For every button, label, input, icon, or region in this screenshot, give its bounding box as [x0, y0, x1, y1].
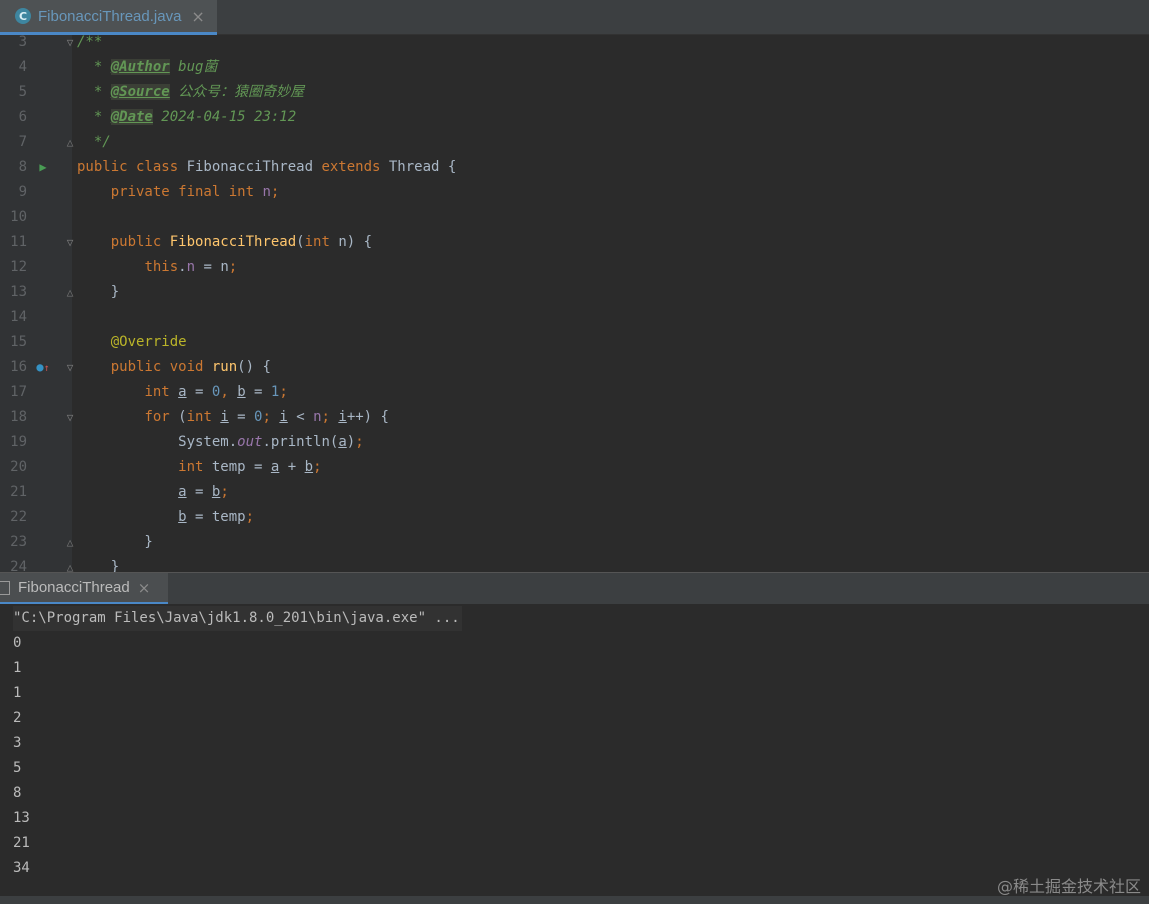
- code-line[interactable]: 5 * @Source 公众号：猿圈奇妙屋: [0, 80, 1149, 105]
- java-class-icon: C: [15, 8, 31, 24]
- code-line[interactable]: 15 @Override: [0, 330, 1149, 355]
- watermark: @稀土掘金技术社区: [996, 877, 1141, 896]
- console-output-line: 0: [13, 635, 22, 651]
- code-editor[interactable]: 3 ▽/** 4 * @Author bug菌 5 * @Source 公众号：猿圈奇…: [0, 35, 1149, 572]
- code-text: */: [77, 134, 111, 150]
- console-output-line: 21: [13, 835, 30, 851]
- code-line[interactable]: 17 int a = 0, b = 1;: [0, 380, 1149, 405]
- console-output-line: 1: [13, 685, 22, 701]
- code-text: * @Author bug菌: [77, 59, 218, 75]
- editor-tab-bar: C FibonacciThread.java ×: [0, 0, 1149, 35]
- override-icon[interactable]: ●↑: [36, 355, 50, 381]
- line-number: 4: [18, 59, 27, 75]
- fold-icon[interactable]: ▽: [64, 355, 76, 380]
- code-text: }: [77, 534, 153, 550]
- line-number: 9: [18, 184, 27, 200]
- console-output-line: 3: [13, 735, 22, 751]
- console-output-line: 34: [13, 860, 30, 876]
- code-line[interactable]: 14: [0, 305, 1149, 330]
- fold-icon[interactable]: △: [64, 280, 76, 305]
- line-number: 5: [18, 84, 27, 100]
- line-number: 16: [10, 359, 27, 375]
- code-line[interactable]: 19 System.out.println(a);: [0, 430, 1149, 455]
- fold-icon[interactable]: ▽: [64, 35, 76, 55]
- code-text: this.n = n;: [144, 259, 238, 275]
- line-number: 15: [10, 334, 27, 350]
- code-line[interactable]: 8 ▶ public class FibonacciThread extends T…: [0, 155, 1149, 180]
- line-number: 12: [10, 259, 27, 275]
- line-number: 18: [10, 409, 27, 425]
- close-icon[interactable]: ×: [191, 7, 204, 26]
- line-number: 20: [10, 459, 27, 475]
- bottom-strip: [0, 896, 1149, 904]
- fold-icon[interactable]: △: [64, 530, 76, 555]
- code-text: @Override: [110, 334, 187, 350]
- fold-icon[interactable]: ▽: [64, 405, 76, 430]
- line-number: 7: [18, 134, 27, 150]
- code-text: }: [77, 284, 120, 300]
- line-number: 6: [18, 109, 27, 125]
- code-line[interactable]: 22 b = temp;: [0, 505, 1149, 530]
- code-text: * @Date 2024-04-15 23:12: [77, 109, 297, 125]
- fold-icon[interactable]: △: [64, 555, 76, 572]
- code-line[interactable]: 24 △ }: [0, 555, 1149, 572]
- line-number: 23: [10, 534, 27, 550]
- line-number: 3: [18, 35, 27, 50]
- code-text: public FibonacciThread(int n) {: [110, 234, 373, 250]
- editor-tab-fibonaccithread[interactable]: C FibonacciThread.java ×: [0, 0, 217, 35]
- line-number: 8: [18, 159, 27, 175]
- line-number: 17: [10, 384, 27, 400]
- fold-icon[interactable]: △: [64, 130, 76, 155]
- code-text: for (int i = 0; i < n; i++) {: [144, 409, 389, 425]
- code-line[interactable]: 23 △ }: [0, 530, 1149, 555]
- run-panel-tab-bar: FibonacciThread ×: [0, 572, 1149, 605]
- code-text: System.out.println(a);: [77, 434, 364, 450]
- run-tab-fibonaccithread[interactable]: FibonacciThread ×: [0, 573, 168, 605]
- line-number: 21: [10, 484, 27, 500]
- code-line[interactable]: 11 ▽ public FibonacciThread(int n) {: [0, 230, 1149, 255]
- code-text: * @Source 公众号：猿圈奇妙屋: [77, 84, 305, 100]
- line-number: 11: [10, 234, 27, 250]
- code-text: }: [77, 559, 120, 572]
- code-text: private final int n;: [110, 184, 280, 200]
- code-line[interactable]: 6 * @Date 2024-04-15 23:12: [0, 105, 1149, 130]
- fold-icon[interactable]: ▽: [64, 230, 76, 255]
- run-config-icon: [0, 580, 10, 595]
- code-text: int a = 0, b = 1;: [144, 384, 288, 400]
- line-number: 19: [10, 434, 27, 450]
- code-line[interactable]: 18 ▽ for (int i = 0; i < n; i++) {: [0, 405, 1149, 430]
- console-output-line: 13: [13, 810, 30, 826]
- code-text: /**: [77, 35, 103, 50]
- run-tab-label: FibonacciThread: [18, 579, 130, 596]
- code-line[interactable]: 10: [0, 205, 1149, 230]
- console-output-line: 1: [13, 660, 22, 676]
- line-number: 24: [10, 559, 27, 572]
- code-line[interactable]: 13 △ }: [0, 280, 1149, 305]
- line-number: 14: [10, 309, 27, 325]
- line-number: 10: [10, 209, 27, 225]
- code-line[interactable]: 12 this.n = n;: [0, 255, 1149, 280]
- code-line[interactable]: 20 int temp = a + b;: [0, 455, 1149, 480]
- code-line[interactable]: 16 ●↑ ▽ public void run() {: [0, 355, 1149, 380]
- run-icon[interactable]: ▶: [36, 155, 50, 180]
- run-console[interactable]: "C:\Program Files\Java\jdk1.8.0_201\bin\…: [0, 604, 1149, 896]
- code-line[interactable]: 9 private final int n;: [0, 180, 1149, 205]
- code-line[interactable]: 3 ▽/**: [0, 35, 1149, 55]
- console-output-line: 5: [13, 760, 22, 776]
- code-text: int temp = a + b;: [178, 459, 322, 475]
- close-icon[interactable]: ×: [138, 579, 151, 597]
- code-text: public class FibonacciThread extends Thr…: [77, 159, 457, 175]
- console-output-line: 2: [13, 710, 22, 726]
- console-command: "C:\Program Files\Java\jdk1.8.0_201\bin\…: [13, 606, 462, 631]
- code-line[interactable]: 21 a = b;: [0, 480, 1149, 505]
- code-text: public void run() {: [110, 359, 271, 375]
- code-line[interactable]: 7 △ */: [0, 130, 1149, 155]
- code-text: b = temp;: [178, 509, 255, 525]
- editor-tab-label: FibonacciThread.java: [38, 7, 182, 25]
- code-text: a = b;: [178, 484, 229, 500]
- console-output-line: 8: [13, 785, 22, 801]
- line-number: 13: [10, 284, 27, 300]
- line-number: 22: [10, 509, 27, 525]
- code-line[interactable]: 4 * @Author bug菌: [0, 55, 1149, 80]
